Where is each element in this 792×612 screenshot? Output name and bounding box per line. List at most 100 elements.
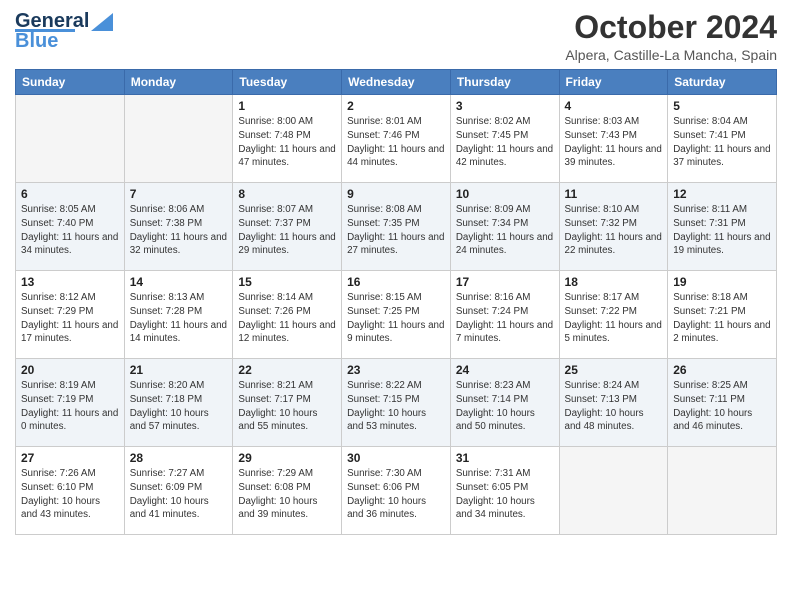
day-number: 8 [238,187,336,201]
calendar-cell: 18 Sunrise: 8:17 AM Sunset: 7:22 PM Dayli… [559,271,668,359]
day-info: Sunrise: 8:19 AM Sunset: 7:19 PM Dayligh… [21,379,119,434]
calendar-cell: 3 Sunrise: 8:02 AM Sunset: 7:45 PM Daylig… [450,95,559,183]
day-info: Sunrise: 8:17 AM Sunset: 7:22 PM Dayligh… [565,291,663,346]
calendar-cell: 13 Sunrise: 8:12 AM Sunset: 7:29 PM Dayli… [16,271,125,359]
calendar-cell [559,447,668,535]
day-info: Sunrise: 8:14 AM Sunset: 7:26 PM Dayligh… [238,291,336,346]
day-info: Sunrise: 8:02 AM Sunset: 7:45 PM Dayligh… [456,115,554,170]
day-number: 23 [347,363,445,377]
day-number: 4 [565,99,663,113]
day-info: Sunrise: 8:12 AM Sunset: 7:29 PM Dayligh… [21,291,119,346]
day-number: 25 [565,363,663,377]
day-info: Sunrise: 8:10 AM Sunset: 7:32 PM Dayligh… [565,203,663,258]
day-number: 16 [347,275,445,289]
day-number: 29 [238,451,336,465]
col-header-monday: Monday [124,70,233,95]
calendar-cell: 12 Sunrise: 8:11 AM Sunset: 7:31 PM Dayli… [668,183,777,271]
day-info: Sunrise: 7:27 AM Sunset: 6:09 PM Dayligh… [130,467,228,522]
day-info: Sunrise: 8:15 AM Sunset: 7:25 PM Dayligh… [347,291,445,346]
header: General Blue October 2024 Alpera, Castil… [15,10,777,63]
day-number: 19 [673,275,771,289]
calendar-cell: 8 Sunrise: 8:07 AM Sunset: 7:37 PM Daylig… [233,183,342,271]
day-info: Sunrise: 8:11 AM Sunset: 7:31 PM Dayligh… [673,203,771,258]
day-number: 12 [673,187,771,201]
day-number: 31 [456,451,554,465]
day-info: Sunrise: 8:13 AM Sunset: 7:28 PM Dayligh… [130,291,228,346]
day-number: 18 [565,275,663,289]
calendar-cell: 22 Sunrise: 8:21 AM Sunset: 7:17 PM Dayli… [233,359,342,447]
day-info: Sunrise: 8:09 AM Sunset: 7:34 PM Dayligh… [456,203,554,258]
month-title: October 2024 [565,10,777,45]
logo-icon [91,9,113,31]
col-header-thursday: Thursday [450,70,559,95]
calendar-cell: 25 Sunrise: 8:24 AM Sunset: 7:13 PM Dayli… [559,359,668,447]
calendar-cell: 29Sunrise: 7:29 AM Sunset: 6:08 PM Dayli… [233,447,342,535]
calendar-cell: 17 Sunrise: 8:16 AM Sunset: 7:24 PM Dayli… [450,271,559,359]
col-header-sunday: Sunday [16,70,125,95]
day-number: 6 [21,187,119,201]
day-info: Sunrise: 8:16 AM Sunset: 7:24 PM Dayligh… [456,291,554,346]
calendar-header-row: SundayMondayTuesdayWednesdayThursdayFrid… [16,70,777,95]
calendar-cell: 31 Sunrise: 7:31 AM Sunset: 6:05 PM Dayli… [450,447,559,535]
day-number: 17 [456,275,554,289]
calendar-cell: 27 Sunrise: 7:26 AM Sunset: 6:10 PM Dayli… [16,447,125,535]
calendar-week-1: 1Sunrise: 8:00 AM Sunset: 7:48 PM Daylig… [16,95,777,183]
day-number: 15 [238,275,336,289]
col-header-friday: Friday [559,70,668,95]
day-info: Sunrise: 8:05 AM Sunset: 7:40 PM Dayligh… [21,203,119,258]
location: Alpera, Castille-La Mancha, Spain [565,47,777,63]
day-info: Sunrise: 8:25 AM Sunset: 7:11 PM Dayligh… [673,379,771,434]
calendar-cell: 16 Sunrise: 8:15 AM Sunset: 7:25 PM Dayli… [342,271,451,359]
day-number: 27 [21,451,119,465]
day-info: Sunrise: 8:01 AM Sunset: 7:46 PM Dayligh… [347,115,445,170]
day-info: Sunrise: 8:06 AM Sunset: 7:38 PM Dayligh… [130,203,228,258]
calendar-cell: 1Sunrise: 8:00 AM Sunset: 7:48 PM Daylig… [233,95,342,183]
calendar-cell: 28 Sunrise: 7:27 AM Sunset: 6:09 PM Dayli… [124,447,233,535]
day-number: 7 [130,187,228,201]
day-number: 24 [456,363,554,377]
day-info: Sunrise: 7:30 AM Sunset: 6:06 PM Dayligh… [347,467,445,522]
logo-blue: Blue [15,30,58,53]
calendar-cell: 30 Sunrise: 7:30 AM Sunset: 6:06 PM Dayli… [342,447,451,535]
calendar: SundayMondayTuesdayWednesdayThursdayFrid… [15,69,777,535]
day-info: Sunrise: 8:23 AM Sunset: 7:14 PM Dayligh… [456,379,554,434]
logo: General Blue [15,10,113,53]
day-number: 5 [673,99,771,113]
day-number: 28 [130,451,228,465]
calendar-cell: 2 Sunrise: 8:01 AM Sunset: 7:46 PM Daylig… [342,95,451,183]
day-number: 30 [347,451,445,465]
calendar-cell: 11 Sunrise: 8:10 AM Sunset: 7:32 PM Dayli… [559,183,668,271]
calendar-cell: 6 Sunrise: 8:05 AM Sunset: 7:40 PM Daylig… [16,183,125,271]
title-area: October 2024 Alpera, Castille-La Mancha,… [565,10,777,63]
day-info: Sunrise: 8:08 AM Sunset: 7:35 PM Dayligh… [347,203,445,258]
calendar-cell [124,95,233,183]
calendar-cell: 26 Sunrise: 8:25 AM Sunset: 7:11 PM Dayli… [668,359,777,447]
day-info: Sunrise: 7:26 AM Sunset: 6:10 PM Dayligh… [21,467,119,522]
day-number: 20 [21,363,119,377]
day-info: Sunrise: 8:07 AM Sunset: 7:37 PM Dayligh… [238,203,336,258]
day-info: Sunrise: 8:22 AM Sunset: 7:15 PM Dayligh… [347,379,445,434]
calendar-cell: 5 Sunrise: 8:04 AM Sunset: 7:41 PM Daylig… [668,95,777,183]
day-number: 14 [130,275,228,289]
day-info: Sunrise: 8:21 AM Sunset: 7:17 PM Dayligh… [238,379,336,434]
day-number: 2 [347,99,445,113]
calendar-cell: 20 Sunrise: 8:19 AM Sunset: 7:19 PM Dayli… [16,359,125,447]
calendar-cell: 24 Sunrise: 8:23 AM Sunset: 7:14 PM Dayli… [450,359,559,447]
day-number: 13 [21,275,119,289]
col-header-tuesday: Tuesday [233,70,342,95]
day-number: 11 [565,187,663,201]
calendar-cell: 4Sunrise: 8:03 AM Sunset: 7:43 PM Daylig… [559,95,668,183]
calendar-cell: 14 Sunrise: 8:13 AM Sunset: 7:28 PM Dayli… [124,271,233,359]
day-info: Sunrise: 8:18 AM Sunset: 7:21 PM Dayligh… [673,291,771,346]
day-number: 26 [673,363,771,377]
day-number: 21 [130,363,228,377]
day-number: 1 [238,99,336,113]
day-number: 3 [456,99,554,113]
day-number: 22 [238,363,336,377]
day-info: Sunrise: 8:04 AM Sunset: 7:41 PM Dayligh… [673,115,771,170]
calendar-cell: 19 Sunrise: 8:18 AM Sunset: 7:21 PM Dayli… [668,271,777,359]
day-info: Sunrise: 8:20 AM Sunset: 7:18 PM Dayligh… [130,379,228,434]
day-info: Sunrise: 8:24 AM Sunset: 7:13 PM Dayligh… [565,379,663,434]
day-info: Sunrise: 7:31 AM Sunset: 6:05 PM Dayligh… [456,467,554,522]
day-number: 9 [347,187,445,201]
